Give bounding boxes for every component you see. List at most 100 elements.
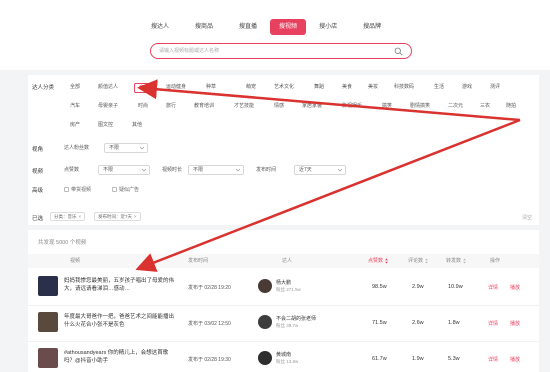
selected-tag-text: 发布时间：近7天 — [98, 214, 133, 219]
shares-count: 10.9w — [448, 284, 463, 290]
category-chip[interactable]: 教育培训 — [194, 101, 214, 111]
nav-search-live[interactable]: 搜直播 — [226, 20, 270, 34]
table-row[interactable]: 妈妈我惨您最美丽，五岁孩子唱出了母爱的伟大，请远请看涕泪…感动… 发布于 02/… — [28, 270, 539, 306]
category-chip[interactable]: 家居家装 — [302, 101, 322, 111]
category-chip[interactable]: 影视娱乐 — [342, 101, 362, 111]
nav-search-influencer[interactable]: 搜达人 — [138, 20, 182, 34]
checkbox-box — [64, 187, 69, 193]
category-chip[interactable]: 颜值达人 — [98, 82, 118, 92]
header-comments-text: 评论数 — [408, 258, 424, 264]
view-label: 视角 — [32, 147, 44, 153]
author-name[interactable]: 不会二胡的张老师 — [276, 315, 316, 322]
category-chip[interactable]: 二次元 — [448, 101, 463, 111]
category-chip[interactable]: 搞笑 — [382, 101, 392, 111]
category-chip[interactable]: 三农 — [480, 101, 490, 111]
nav-search-shop[interactable]: 搜小店 — [306, 20, 350, 34]
shares-count: 5.3w — [448, 356, 460, 362]
detail-link[interactable]: 详情 — [488, 320, 498, 327]
top-bar: 搜达人 搜商品 搜直播 搜视频 搜小店 搜品牌 请输入视频标题或达人名称 — [0, 0, 550, 70]
selected-tag[interactable]: 分类：音乐 × — [50, 212, 86, 221]
chevron-down-icon — [236, 168, 240, 172]
author-fans: 粉丝 39.7w — [276, 323, 299, 328]
view-fans-label: 达人粉丝数 — [64, 145, 90, 151]
category-chip[interactable]: 游戏 — [462, 82, 472, 92]
category-chip[interactable]: 剧情搞笑 — [410, 101, 430, 111]
detail-link[interactable]: 详情 — [488, 356, 498, 363]
likes-label: 点赞数 — [64, 167, 80, 173]
category-chip[interactable]: 舞蹈 — [314, 82, 324, 92]
avatar[interactable] — [258, 351, 272, 365]
publish-select-value: 近7天 — [299, 167, 312, 173]
likes-select-value: 不限 — [103, 167, 114, 173]
category-chip[interactable]: 美妆 — [368, 82, 378, 92]
play-link[interactable]: 播放 — [510, 320, 520, 327]
category-chip[interactable]: 生活 — [434, 82, 444, 92]
selected-tag-text: 分类：音乐 — [54, 214, 77, 219]
avatar[interactable] — [258, 279, 272, 293]
shares-count: 1.8w — [448, 320, 460, 326]
search-icon[interactable] — [394, 47, 403, 56]
detail-link[interactable]: 详情 — [488, 284, 498, 291]
likes-select[interactable]: 不限 — [98, 165, 150, 175]
category-chip[interactable]: 才艺技能 — [234, 101, 254, 111]
category-chip[interactable]: 旅行 — [166, 101, 176, 111]
publish-select[interactable]: 近7天 — [294, 165, 346, 175]
category-chip[interactable]: 全部 — [70, 82, 80, 92]
nav-search-product[interactable]: 搜商品 — [182, 20, 226, 34]
author-name[interactable]: 黄城南 — [276, 351, 291, 358]
table-row[interactable]: #athousandyears 你的精儿上，会想这首歌吗？@抖音小助手 发布于 … — [28, 342, 539, 372]
goods-video-checkbox[interactable]: 带货视频 — [64, 186, 91, 194]
selected-label: 已选 — [32, 216, 44, 222]
nav-search-video[interactable]: 搜视频 — [270, 19, 307, 35]
duration-select[interactable]: 不限 — [188, 165, 244, 175]
ad-checkbox[interactable]: 疑似广告 — [112, 186, 139, 194]
search-input[interactable]: 请输入视频标题或达人名称 — [150, 43, 412, 59]
header-actions: 操作 — [490, 258, 501, 264]
video-thumbnail[interactable] — [38, 312, 58, 332]
category-chip[interactable]: 随拍 — [506, 101, 516, 111]
selected-tag[interactable]: 发布时间：近7天 × — [94, 212, 141, 221]
category-chip[interactable]: 美食 — [342, 82, 352, 92]
close-icon[interactable]: × — [134, 214, 137, 219]
video-thumbnail[interactable] — [38, 348, 58, 368]
nav-search-brand[interactable]: 搜品牌 — [350, 20, 394, 34]
video-title[interactable]: #athousandyears 你的精儿上，会想这首歌吗？@抖音小助手 — [64, 349, 176, 365]
comments-count: 2.6w — [412, 320, 424, 326]
play-link[interactable]: 播放 — [510, 284, 520, 291]
category-chip[interactable]: 母婴亲子 — [98, 101, 118, 111]
category-chip[interactable]: 时尚 — [138, 101, 148, 111]
author-name[interactable]: 杨大鹏 — [276, 279, 291, 286]
clear-all-link[interactable]: 清空 — [522, 214, 532, 221]
category-chip[interactable]: 萌宠 — [246, 82, 256, 92]
category-chip[interactable]: 其他 — [132, 120, 142, 130]
video-title[interactable]: 年度最大哥爸作一把，爸爸艺术之间能能播出什么火花合小张不是灰色 — [64, 313, 176, 329]
category-chip[interactable]: 汽车 — [70, 101, 80, 111]
video-table-panel: 共发现 5000 个视频 视频 发布时间 达人 点赞数 评论数 转发数 操作 妈… — [28, 230, 539, 372]
total-count: 共发现 5000 个视频 — [38, 240, 87, 246]
category-chip[interactable]: 种草 — [206, 82, 216, 92]
category-chip[interactable]: 艺术文化 — [274, 82, 294, 92]
category-chip[interactable]: 情感 — [274, 101, 284, 111]
likes-count: 98.5w — [372, 284, 387, 290]
category-chip[interactable]: 运动健身 — [166, 82, 186, 92]
header-comments[interactable]: 评论数 — [408, 254, 429, 268]
filter-panel: 达人分类 全部 颜值达人 音乐 运动健身 种草 萌宠 艺术文化 舞蹈 美食 美妆… — [28, 75, 539, 225]
avatar[interactable] — [258, 315, 272, 329]
ad-label: 疑似广告 — [119, 187, 140, 193]
comments-count: 2.9w — [412, 284, 424, 290]
category-chip[interactable]: 测评 — [490, 82, 500, 92]
play-link[interactable]: 播放 — [510, 356, 520, 363]
table-row[interactable]: 年度最大哥爸作一把，爸爸艺术之间能能播出什么火花合小张不是灰色 发布于 03/0… — [28, 306, 539, 342]
header-shares[interactable]: 转发数 — [446, 254, 467, 268]
likes-count: 71.5w — [372, 320, 387, 326]
category-chip[interactable]: 科技数码 — [394, 82, 414, 92]
video-thumbnail[interactable] — [38, 276, 58, 296]
category-chip-selected[interactable]: 音乐 — [134, 83, 155, 93]
video-title[interactable]: 妈妈我惨您最美丽，五岁孩子唱出了母爱的伟大，请远请看涕泪…感动… — [64, 277, 176, 293]
close-icon[interactable]: × — [79, 214, 82, 219]
chevron-down-icon — [142, 168, 146, 172]
view-select[interactable]: 不限 — [104, 143, 148, 153]
category-chip[interactable]: 房产 — [70, 120, 80, 130]
header-likes[interactable]: 点赞数 — [368, 254, 389, 268]
category-chip[interactable]: 图文控 — [98, 120, 113, 130]
